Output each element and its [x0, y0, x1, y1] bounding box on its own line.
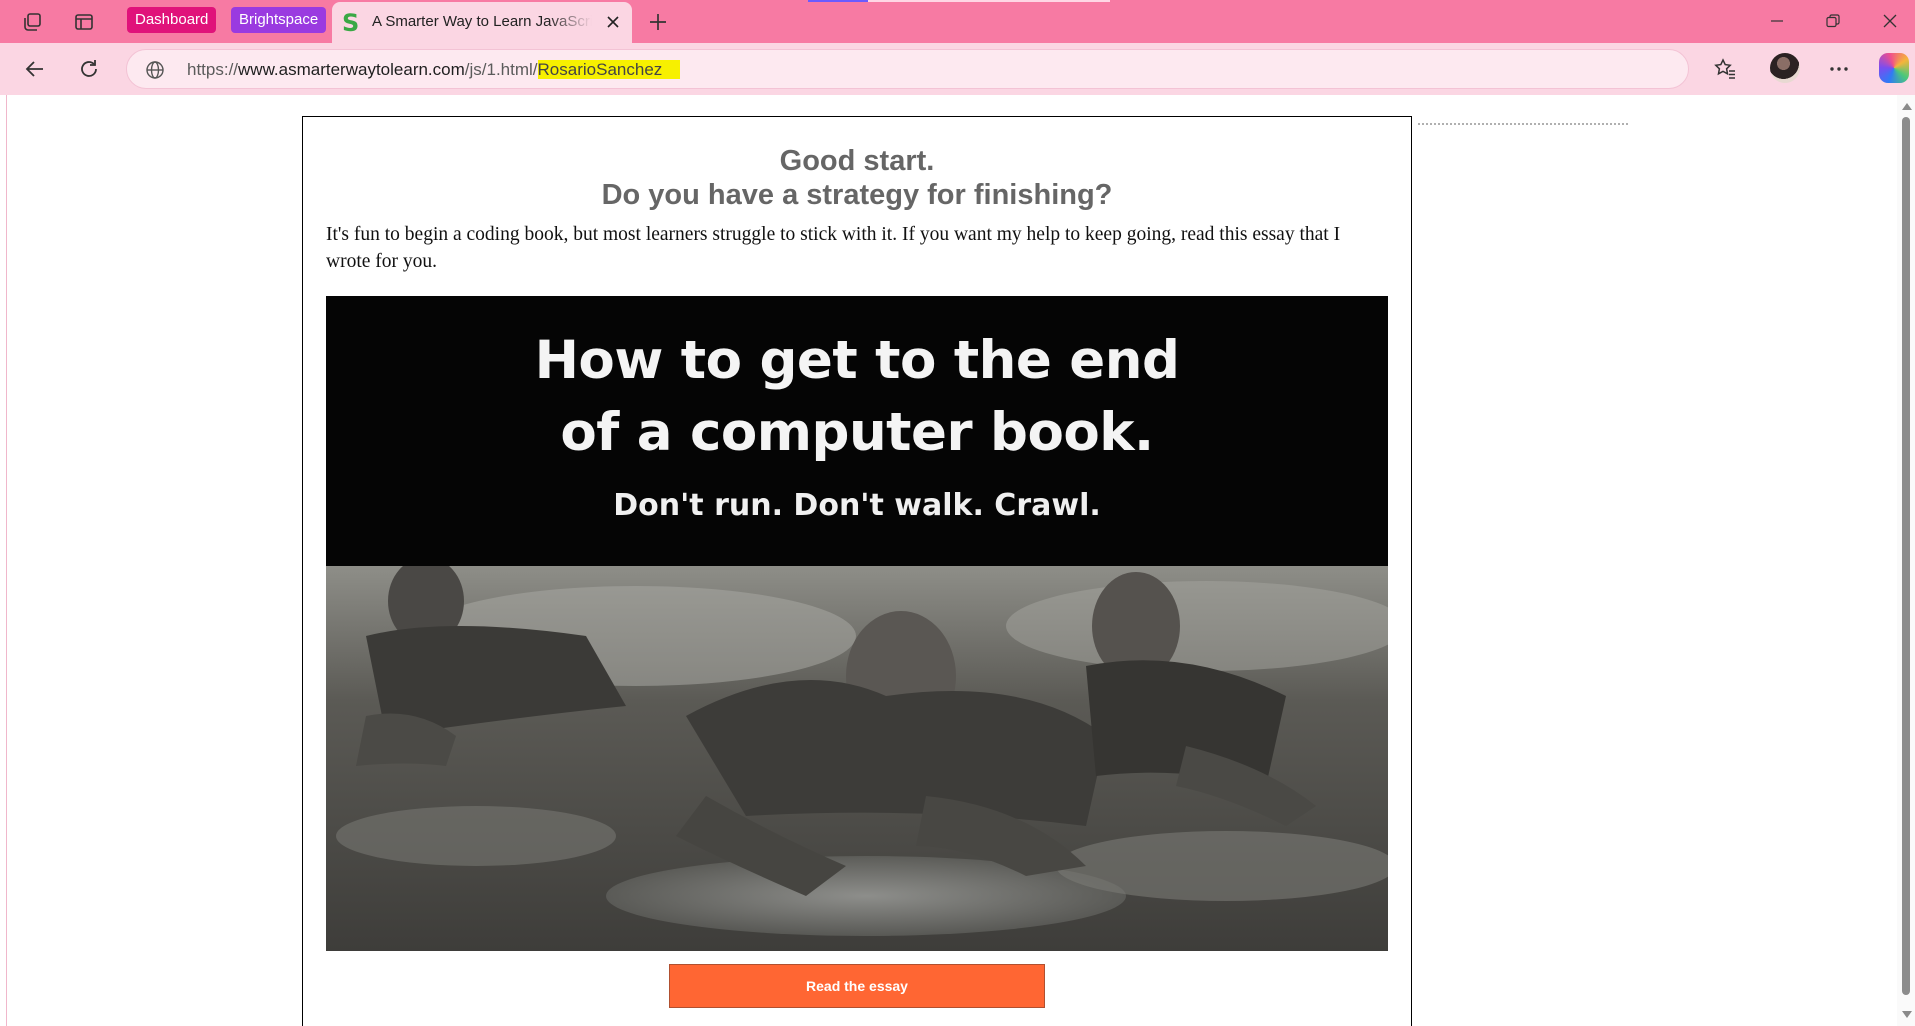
back-arrow-icon[interactable] [19, 53, 51, 85]
page-heading-line2: Do you have a strategy for finishing? [601, 179, 1113, 211]
url-host: www.asmarterwaytolearn.com [238, 60, 465, 79]
url-path: /js/1.html/ [464, 60, 538, 79]
dotted-divider [1418, 123, 1628, 125]
tab-actions-icon[interactable] [70, 8, 98, 36]
globe-icon[interactable] [145, 60, 165, 80]
tab-group-dashboard[interactable]: Dashboard [127, 7, 217, 33]
close-window-icon[interactable] [1870, 7, 1910, 35]
url-highlight: RosarioSanchez [537, 60, 681, 79]
tab-group-brightspace[interactable]: Brightspace [231, 7, 327, 33]
content-box: Good start. Do you have a strategy for f… [302, 116, 1412, 1026]
hero-image[interactable]: How to get to the end of a computer book… [326, 296, 1388, 951]
tab-group-accent-blue [808, 0, 868, 2]
more-icon[interactable] [1823, 53, 1855, 85]
close-icon[interactable] [602, 11, 624, 33]
scroll-up-icon[interactable] [1902, 103, 1912, 110]
read-essay-button[interactable]: Read the essay [669, 964, 1045, 1008]
scroll-down-icon[interactable] [1902, 1011, 1912, 1018]
plus-icon[interactable] [644, 8, 672, 36]
minimize-icon[interactable] [1757, 7, 1797, 35]
copilot-icon[interactable] [1879, 53, 1909, 83]
scrollbar-thumb[interactable] [1902, 117, 1910, 995]
address-bar[interactable]: https://www.asmarterwaytolearn.com/js/1.… [126, 49, 1689, 89]
restore-icon[interactable] [1813, 7, 1853, 35]
hero-subtitle: Don't run. Don't walk. Crawl. [613, 488, 1101, 523]
hero-title-line2: of a computer book. [560, 402, 1154, 463]
favorites-icon[interactable] [1709, 53, 1741, 85]
refresh-icon[interactable] [73, 53, 105, 85]
browser-tabstrip: Dashboard Brightspace S A Smarter Way to… [0, 0, 1915, 43]
browser-toolbar: https://www.asmarterwaytolearn.com/js/1.… [0, 43, 1915, 95]
url-scheme: https:// [187, 60, 239, 79]
profile-avatar[interactable] [1770, 53, 1800, 83]
active-tab-title: A Smarter Way to Learn JavaScript [372, 13, 592, 30]
active-tab[interactable]: S A Smarter Way to Learn JavaScript [332, 2, 632, 43]
site-favicon-icon: S [342, 9, 360, 37]
workspaces-icon[interactable] [18, 8, 46, 36]
url-text[interactable]: https://www.asmarterwaytolearn.com/js/1.… [187, 60, 681, 80]
mud-crawl-photo [326, 566, 1388, 951]
page-heading-line1: Good start. [779, 145, 935, 177]
intro-paragraph: It's fun to begin a coding book, but mos… [326, 224, 1341, 272]
hero-title-line1: How to get to the end [534, 330, 1180, 391]
page-scrollbar[interactable] [1897, 95, 1915, 1026]
